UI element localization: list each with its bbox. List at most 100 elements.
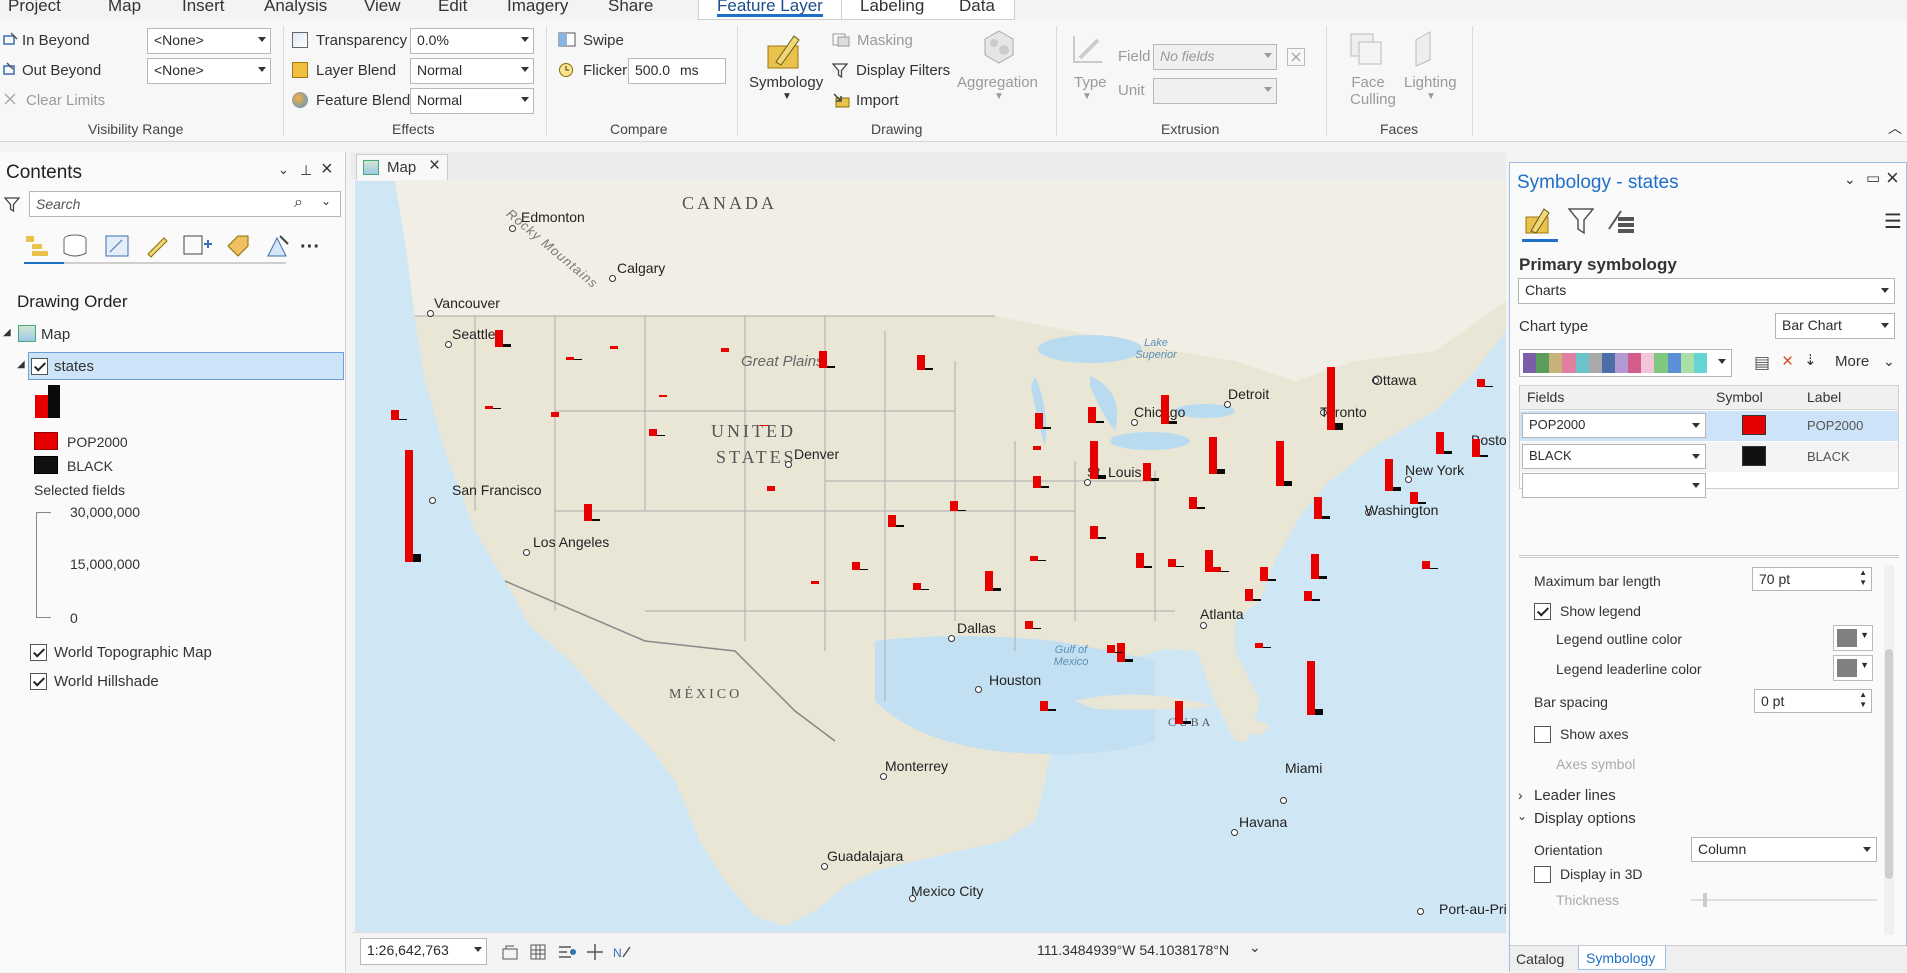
clear-field-icon[interactable] xyxy=(1287,48,1305,66)
list-by-snapping-icon[interactable] xyxy=(182,234,212,258)
states-visibility-checkbox[interactable] xyxy=(31,358,48,375)
list-by-selection-icon[interactable] xyxy=(104,234,130,258)
table-row[interactable]: POP2000 POP2000 xyxy=(1520,411,1898,441)
symbology-button[interactable]: Symbology xyxy=(749,74,823,91)
symbol-swatch-black[interactable] xyxy=(1742,446,1766,466)
tab-feature-layer[interactable]: Feature Layer xyxy=(698,0,842,20)
in-beyond-select[interactable]: <None> xyxy=(147,28,271,54)
renderer-select[interactable]: Charts xyxy=(1518,278,1895,304)
field-select-black[interactable]: BLACK xyxy=(1522,444,1706,469)
tab-analysis[interactable]: Analysis xyxy=(264,0,327,16)
more-dropdown-icon[interactable]: ⌄ xyxy=(1883,353,1895,370)
face-culling-button[interactable]: Face Culling xyxy=(1350,74,1396,108)
remove-field-icon[interactable]: × xyxy=(1782,351,1793,373)
more-icon[interactable]: ··· xyxy=(300,236,320,259)
scrollbar-thumb[interactable] xyxy=(1885,649,1893,879)
extrusion-field-select[interactable]: No fields xyxy=(1153,44,1277,70)
list-by-data-source-icon[interactable] xyxy=(62,234,88,258)
chevron-down-icon[interactable]: ⌄ xyxy=(321,194,331,208)
spinner-icon[interactable]: ▲ ▼ xyxy=(1859,690,1867,710)
slider-thumb[interactable] xyxy=(1703,893,1707,907)
primary-symbology-icon[interactable] xyxy=(1524,205,1552,235)
list-by-drawing-order-icon[interactable] xyxy=(24,234,50,258)
collapse-display-options-icon[interactable]: ⌄ xyxy=(1517,809,1527,823)
swipe-button[interactable]: Swipe xyxy=(583,32,624,49)
scrollbar[interactable] xyxy=(1884,565,1894,935)
properties-icon[interactable]: ▤ xyxy=(1754,353,1770,373)
lighting-dropdown-icon[interactable]: ▼ xyxy=(1426,91,1436,102)
more-button[interactable]: More xyxy=(1835,353,1869,370)
max-bar-length-input[interactable]: 70 pt ▲ ▼ xyxy=(1752,567,1872,591)
coordinate-format-dropdown-icon[interactable]: ⌄ xyxy=(1249,939,1261,956)
aggregation-button[interactable]: Aggregation xyxy=(957,74,1038,91)
extrusion-type-button[interactable]: Type xyxy=(1074,74,1107,91)
search-input[interactable]: Search ⌕ ⌄ xyxy=(29,191,341,217)
bar-spacing-input[interactable]: 0 pt ▲ ▼ xyxy=(1754,689,1872,713)
extrusion-unit-select[interactable] xyxy=(1153,78,1277,104)
list-by-labeling-icon[interactable] xyxy=(224,234,250,258)
spinner-icon[interactable]: ▲ ▼ xyxy=(1859,568,1867,588)
legend-leaderline-color-picker[interactable]: ▼ xyxy=(1833,655,1873,681)
snapping-icon[interactable] xyxy=(557,943,577,961)
label-black[interactable]: BLACK xyxy=(1807,449,1850,464)
symbol-layer-drawing-icon[interactable] xyxy=(1606,207,1636,235)
aggregation-dropdown-icon[interactable]: ▼ xyxy=(994,91,1004,102)
menu-icon[interactable]: ☰ xyxy=(1884,209,1902,234)
reorder-icon[interactable]: ⇣ xyxy=(1804,351,1817,369)
north-arrow-icon[interactable]: N xyxy=(612,943,634,961)
table-row-empty[interactable] xyxy=(1520,473,1898,498)
masking-button[interactable]: Masking xyxy=(857,32,913,49)
flicker-input[interactable]: 500.0 ms xyxy=(628,58,726,84)
tab-map[interactable]: Map xyxy=(108,0,141,16)
constraints-icon[interactable] xyxy=(586,943,604,961)
symbology-icon[interactable] xyxy=(766,32,804,70)
grid-icon[interactable] xyxy=(529,943,547,961)
list-by-editing-icon[interactable] xyxy=(144,234,170,258)
legend-outline-color-picker[interactable]: ▼ xyxy=(1833,625,1873,651)
field-select-empty[interactable] xyxy=(1522,473,1706,498)
out-beyond-select[interactable]: <None> xyxy=(147,58,271,84)
extrusion-type-dropdown-icon[interactable]: ▼ xyxy=(1082,91,1092,102)
import-button[interactable]: Import xyxy=(856,92,899,109)
close-icon[interactable]: × xyxy=(321,158,333,181)
tab-insert[interactable]: Insert xyxy=(182,0,225,16)
label-pop2000[interactable]: POP2000 xyxy=(1807,418,1863,433)
color-scheme-select[interactable] xyxy=(1519,349,1732,377)
tab-share[interactable]: Share xyxy=(608,0,653,16)
transparency-input[interactable]: 0.0% xyxy=(410,28,534,54)
show-legend-label[interactable]: Show legend xyxy=(1560,603,1641,619)
topographic-checkbox[interactable] xyxy=(30,644,47,661)
filter-icon[interactable] xyxy=(3,196,21,213)
tab-project[interactable]: Project xyxy=(8,0,61,16)
maximize-icon[interactable]: ▭ xyxy=(1866,169,1880,187)
collapse-ribbon-icon[interactable]: ︿ xyxy=(1888,118,1902,138)
show-legend-checkbox[interactable] xyxy=(1534,603,1551,620)
tab-view[interactable]: View xyxy=(364,0,401,16)
list-by-perspective-icon[interactable] xyxy=(264,234,290,258)
expand-map-icon[interactable]: ◢ xyxy=(3,327,11,338)
tab-edit[interactable]: Edit xyxy=(438,0,467,16)
lock-scale-icon[interactable] xyxy=(501,943,519,961)
scale-select[interactable]: 1:26,642,763 xyxy=(360,938,487,965)
display-options-section[interactable]: Display options xyxy=(1534,810,1636,827)
tab-imagery[interactable]: Imagery xyxy=(507,0,568,16)
table-row[interactable]: BLACK BLACK xyxy=(1520,442,1898,472)
clear-limits-button[interactable]: Clear Limits xyxy=(26,92,105,109)
leader-lines-section[interactable]: Leader lines xyxy=(1534,787,1616,804)
pane-options-icon[interactable]: ⌄ xyxy=(1844,171,1856,188)
display-3d-label[interactable]: Display in 3D xyxy=(1560,866,1642,882)
search-icon[interactable]: ⌕ xyxy=(294,194,303,212)
pane-options-icon[interactable]: ⌄ xyxy=(278,162,289,178)
close-icon[interactable]: × xyxy=(1886,165,1899,191)
display-filters-button[interactable]: Display Filters xyxy=(856,62,950,79)
show-axes-checkbox[interactable] xyxy=(1534,726,1551,743)
symbol-swatch-pop2000[interactable] xyxy=(1742,415,1766,435)
lighting-button[interactable]: Lighting xyxy=(1404,74,1457,91)
topographic-layer-label[interactable]: World Topographic Map xyxy=(54,644,212,661)
map-view[interactable]: CANADA UNITED STATES MÉXICO CUBA Rocky M… xyxy=(355,181,1506,932)
pin-icon[interactable]: ⊥ xyxy=(300,162,312,179)
hillshade-layer-label[interactable]: World Hillshade xyxy=(54,673,159,690)
field-select-pop2000[interactable]: POP2000 xyxy=(1522,413,1706,438)
expand-leader-lines-icon[interactable]: › xyxy=(1518,787,1523,803)
chart-type-select[interactable]: Bar Chart xyxy=(1775,313,1895,339)
